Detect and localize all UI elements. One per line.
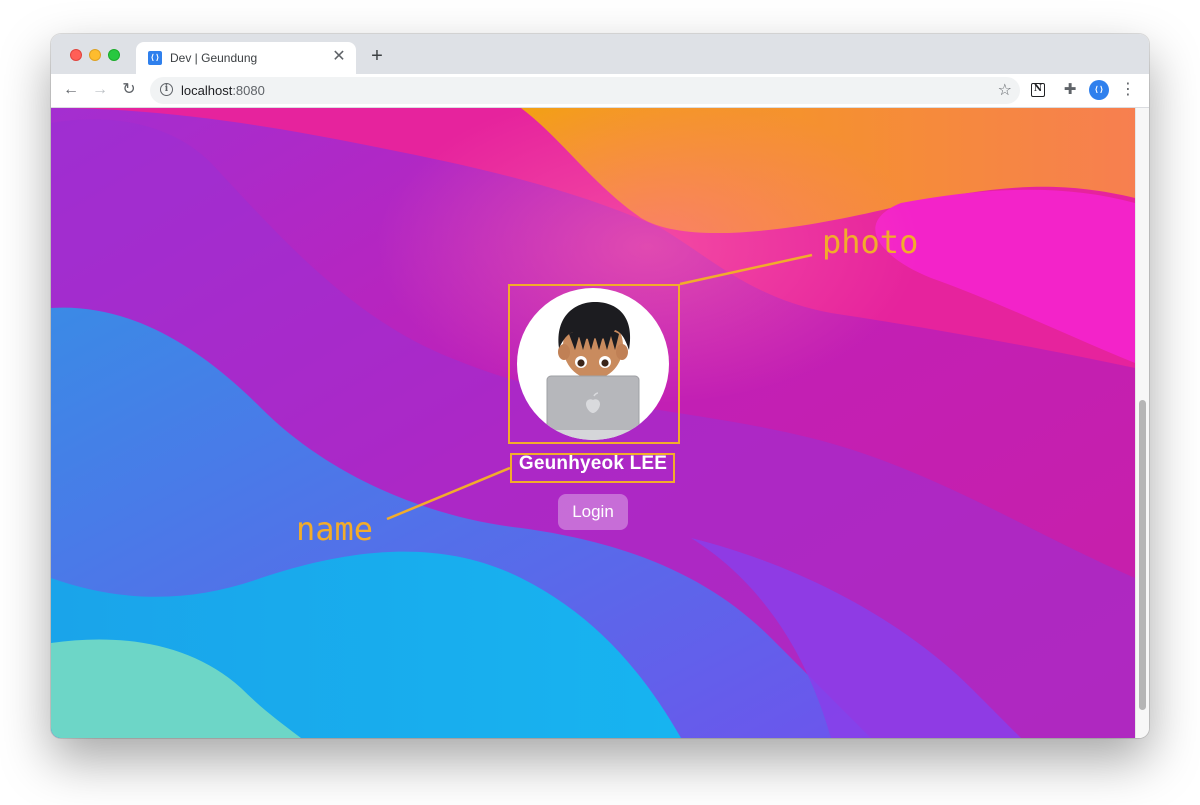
- profile-photo: [517, 288, 669, 440]
- profile-icon[interactable]: ⟨⟩: [1089, 80, 1109, 100]
- scrollbar-thumb[interactable]: [1139, 400, 1146, 710]
- arrow-right-icon[interactable]: →: [89, 79, 111, 101]
- zoom-window-button[interactable]: [108, 49, 120, 61]
- tab-dev-geundung[interactable]: ⟨⟩ Dev | Geundung ✕: [136, 42, 356, 74]
- favicon-icon: ⟨⟩: [148, 51, 162, 65]
- url-host: localhost: [181, 83, 233, 98]
- minimize-window-button[interactable]: [89, 49, 101, 61]
- page-content: Geunhyeok LEE Login: [51, 108, 1135, 738]
- kebab-menu-icon[interactable]: ⋮: [1118, 80, 1138, 100]
- close-icon[interactable]: ✕: [330, 48, 348, 66]
- notion-icon[interactable]: N: [1031, 83, 1045, 97]
- arrow-left-icon[interactable]: ←: [60, 79, 82, 101]
- tab-bar: ⟨⟩ Dev | Geundung ✕ +: [51, 34, 1149, 74]
- browser-window: ⟨⟩ Dev | Geundung ✕ + ← → ↻ i localhost:…: [51, 34, 1149, 738]
- reload-icon[interactable]: ↻: [118, 79, 140, 101]
- user-name: Geunhyeok LEE: [518, 453, 668, 474]
- star-icon[interactable]: ☆: [998, 80, 1012, 100]
- url-port: :8080: [232, 83, 265, 98]
- page-scrollbar[interactable]: [1135, 108, 1149, 738]
- tab-title: Dev | Geundung: [170, 51, 258, 65]
- plus-icon[interactable]: +: [366, 45, 388, 67]
- login-button[interactable]: Login: [558, 494, 628, 530]
- close-window-button[interactable]: [70, 49, 82, 61]
- info-icon[interactable]: i: [160, 83, 173, 96]
- browser-toolbar: ← → ↻ i localhost:8080 ☆ N ✚ ⟨⟩ ⋮: [51, 74, 1149, 108]
- memoji-avatar: [541, 302, 645, 440]
- puzzle-icon[interactable]: ✚: [1060, 80, 1080, 100]
- address-bar[interactable]: i localhost:8080 ☆: [150, 77, 1020, 104]
- url-text[interactable]: localhost:8080: [181, 83, 265, 98]
